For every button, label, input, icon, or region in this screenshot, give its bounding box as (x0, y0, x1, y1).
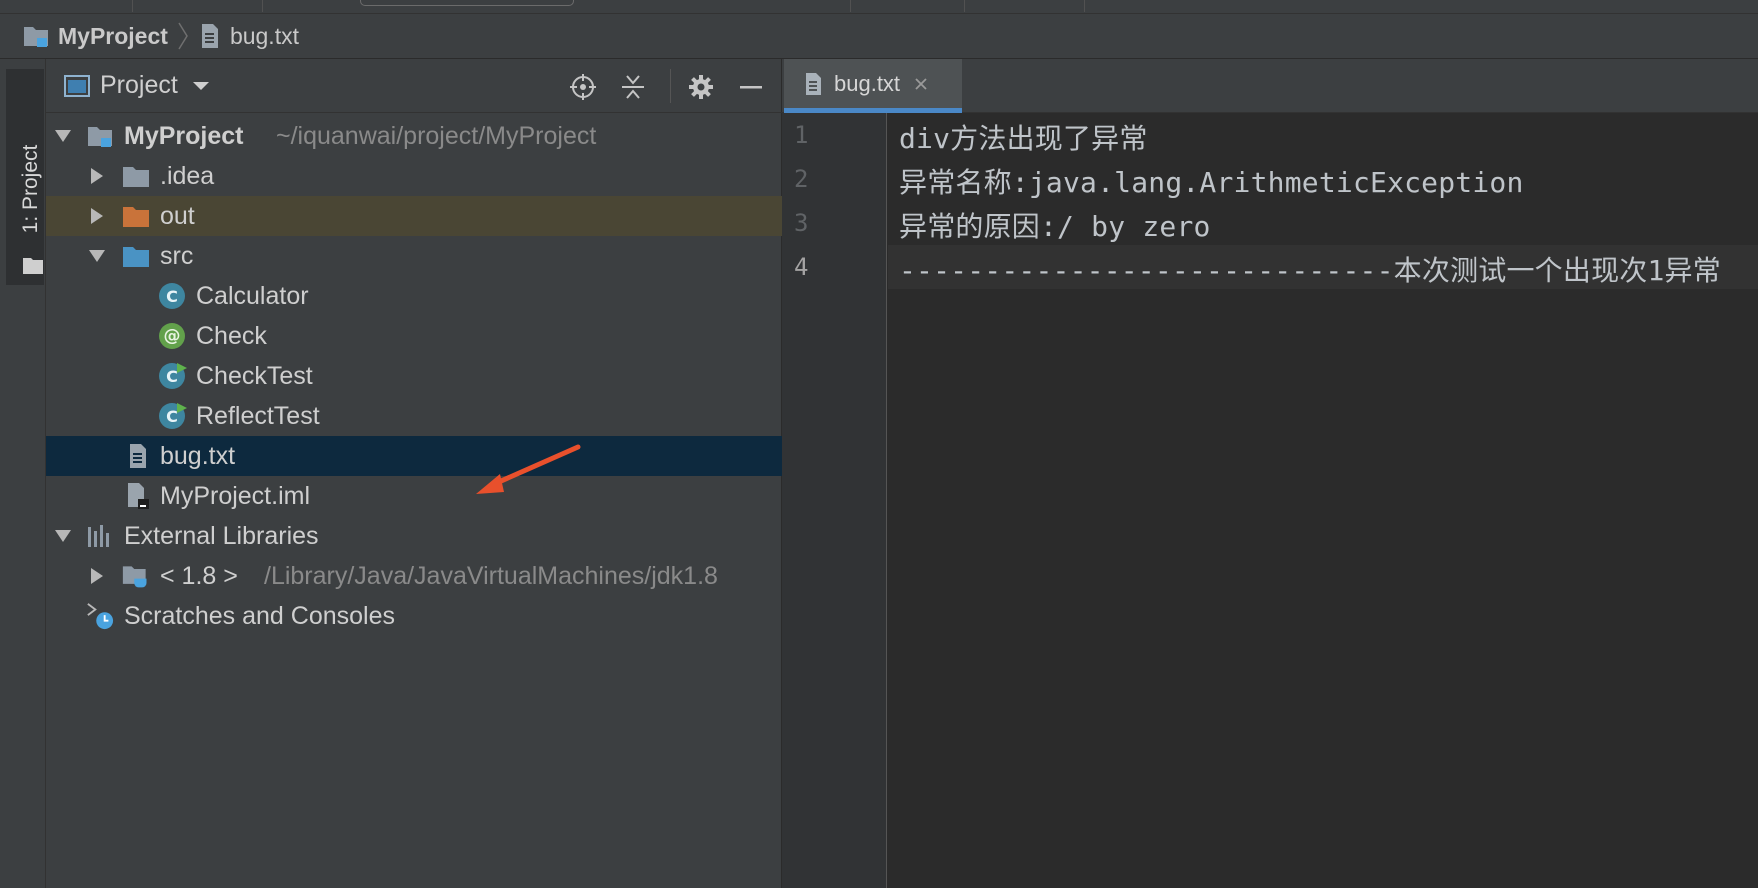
line-number: 2 (794, 165, 809, 193)
line-number-gutter: 1 2 3 4 (782, 113, 887, 888)
tree-label: Calculator (196, 281, 309, 310)
module-folder-icon (22, 23, 50, 49)
strip-divider (132, 0, 133, 12)
text-file-icon (200, 23, 220, 49)
library-icon (86, 522, 114, 550)
tree-path: /Library/Java/JavaVirtualMachines/jdk1.8 (264, 561, 718, 590)
tree-node-jdk[interactable]: < 1.8 > /Library/Java/JavaVirtualMachine… (46, 556, 782, 596)
class-icon: C (158, 282, 186, 310)
strip-divider (964, 0, 965, 12)
breadcrumb-project[interactable]: MyProject (22, 23, 168, 50)
tree-label: External Libraries (124, 521, 319, 550)
project-view-icon (64, 74, 90, 98)
code-line[interactable]: div方法出现了异常 (899, 117, 1148, 157)
collapsed-arrow-icon[interactable] (88, 167, 106, 185)
line-number: 4 (794, 253, 809, 281)
close-icon[interactable] (914, 77, 928, 91)
project-tree: MyProject ~/iquanwai/project/MyProject .… (46, 116, 782, 636)
text-file-icon (124, 442, 152, 470)
tree-label: MyProject (124, 121, 244, 150)
runnable-class-icon: C (158, 362, 187, 390)
expanded-arrow-icon[interactable] (88, 247, 106, 265)
expanded-arrow-icon[interactable] (54, 127, 72, 145)
runnable-class-icon: C (158, 402, 187, 430)
text-editor[interactable]: 1 2 3 4 div方法出现了异常 异常名称:java.lang.Arithm… (782, 113, 1758, 888)
folder-icon (122, 162, 150, 190)
breadcrumb-project-label: MyProject (58, 22, 168, 49)
tree-label: .idea (160, 161, 215, 190)
source-folder-icon (122, 242, 150, 270)
module-folder-icon (86, 122, 114, 150)
header-divider (670, 69, 671, 103)
line-number: 1 (794, 121, 809, 149)
tree-node-out[interactable]: out (46, 196, 782, 236)
tree-label: CheckTest (196, 361, 313, 390)
project-tool-window-tab[interactable]: 1: Project (6, 69, 44, 285)
tree-node-scratches[interactable]: Scratches and Consoles (46, 596, 782, 636)
tree-label: Check (196, 321, 267, 350)
tree-node-calculator[interactable]: C Calculator (46, 276, 782, 316)
folder-icon (22, 255, 44, 280)
project-panel: Project MyProject ~/iquanwai/project/MyP… (46, 59, 782, 888)
scratches-icon (86, 602, 114, 630)
breadcrumb-separator-icon (178, 22, 188, 50)
collapse-all-icon[interactable] (618, 72, 648, 102)
breadcrumb-file-label: bug.txt (229, 22, 299, 49)
tree-label: src (160, 241, 194, 270)
strip-divider (1084, 0, 1085, 12)
strip-tab-outline[interactable] (360, 0, 574, 6)
tree-node-checktest[interactable]: C CheckTest (46, 356, 782, 396)
locate-icon[interactable] (568, 72, 598, 102)
tree-node-iml[interactable]: MyProject.iml (46, 476, 782, 516)
collapsed-arrow-icon[interactable] (88, 567, 106, 585)
tree-node-myproject[interactable]: MyProject ~/iquanwai/project/MyProject (46, 116, 782, 156)
top-tab-strip (0, 0, 1758, 14)
project-view-selector[interactable]: Project (100, 71, 178, 100)
tree-node-reflecttest[interactable]: C ReflectTest (46, 396, 782, 436)
editor-tab-bar: bug.txt (782, 59, 1758, 113)
tree-node-bug-txt[interactable]: bug.txt (46, 436, 782, 476)
annotation-arrow-icon (476, 444, 581, 494)
annotation-icon: @ (158, 322, 186, 350)
tree-node-external-libraries[interactable]: External Libraries (46, 516, 782, 556)
code-line[interactable]: 异常名称:java.lang.ArithmeticException (899, 161, 1524, 201)
tree-label: Scratches and Consoles (124, 601, 395, 630)
tree-label: < 1.8 > (160, 561, 238, 590)
tree-node-src[interactable]: src (46, 236, 782, 276)
module-file-icon (124, 482, 152, 510)
breadcrumb: MyProject bug.txt (0, 14, 1758, 59)
left-tool-strip: 1: Project (0, 59, 46, 888)
text-file-icon (804, 72, 822, 96)
editor-tab-bug-txt[interactable]: bug.txt (784, 59, 962, 113)
strip-divider (262, 0, 263, 12)
hide-panel-icon[interactable] (736, 72, 766, 102)
excluded-folder-icon (122, 202, 150, 230)
tree-node-idea[interactable]: .idea (46, 156, 782, 196)
editor-tab-label: bug.txt (834, 70, 901, 96)
chevron-down-icon[interactable] (192, 80, 210, 92)
project-panel-header: Project (46, 59, 782, 113)
tree-node-check[interactable]: @ Check (46, 316, 782, 356)
code-line[interactable]: 异常的原因:/ by zero (899, 205, 1211, 245)
code-line[interactable]: -----------------------------本次测试一个出现次1异… (899, 249, 1721, 289)
jdk-folder-icon (122, 562, 150, 590)
breadcrumb-file[interactable]: bug.txt (200, 23, 299, 50)
gear-icon[interactable] (686, 72, 716, 102)
collapsed-arrow-icon[interactable] (88, 207, 106, 225)
tree-label: bug.txt (160, 441, 236, 470)
strip-divider (850, 0, 851, 12)
expanded-arrow-icon[interactable] (54, 527, 72, 545)
project-tool-window-label: 1: Project (19, 144, 42, 234)
tree-path: ~/iquanwai/project/MyProject (276, 121, 597, 150)
tree-label: out (160, 201, 195, 230)
line-number: 3 (794, 209, 809, 237)
tree-label: MyProject.iml (160, 481, 311, 510)
tree-label: ReflectTest (196, 401, 320, 430)
